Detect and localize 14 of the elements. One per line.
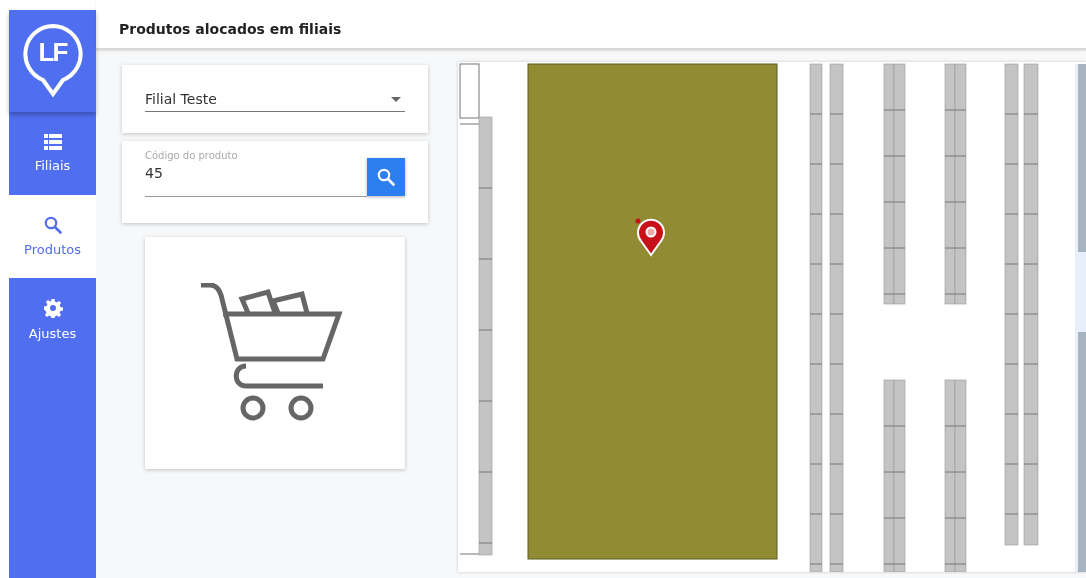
logo-pin-icon [21,23,84,99]
page-title: Produtos alocados em filiais [119,21,342,37]
product-code-field[interactable]: Código do produto 45 [145,150,367,197]
settings-icon [42,298,63,318]
search-button[interactable] [367,158,405,196]
logo-text: LF [38,37,67,69]
search-icon [377,168,395,186]
branch-select[interactable]: Filial Teste [145,87,405,112]
list-icon [43,134,62,150]
map-pin-icon [635,218,665,256]
nav-item[interactable]: Produtos [9,195,96,278]
dropdown-caret-icon [391,96,401,102]
field-label: Código do produto [145,150,238,161]
search-icon [43,216,62,234]
